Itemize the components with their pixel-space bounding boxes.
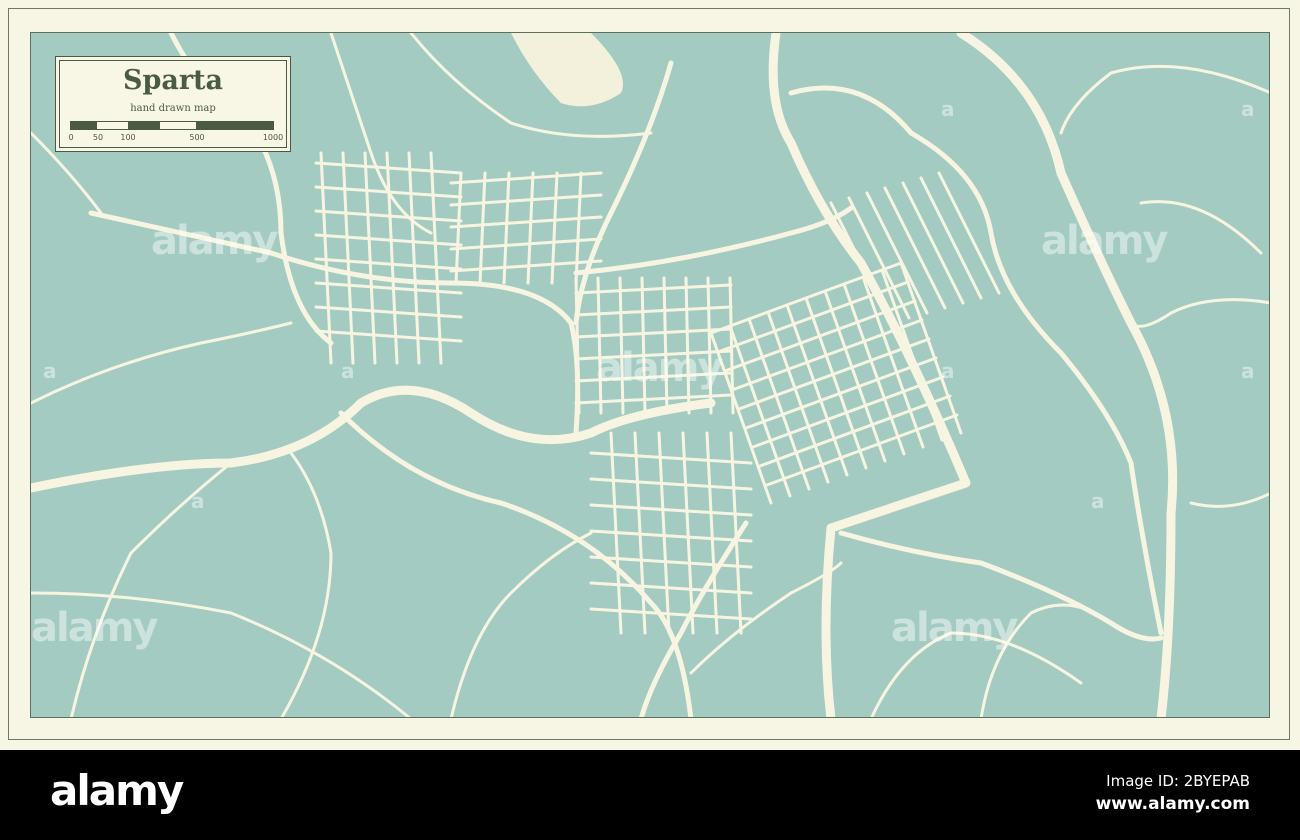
road-center-ring: [573, 205, 854, 276]
watermark-small: a: [341, 359, 355, 383]
watermark-small: a: [43, 359, 57, 383]
scale-bar: [70, 121, 274, 130]
watermark: alamy: [891, 605, 1018, 651]
street: [550, 171, 559, 285]
watermark-small: a: [941, 97, 955, 121]
scale-segment: [159, 122, 197, 129]
water-body: [511, 33, 623, 107]
street: [681, 431, 695, 635]
street: [314, 233, 463, 247]
street: [385, 151, 399, 365]
road-south-1: [280, 451, 333, 717]
watermark-small: a: [1241, 97, 1255, 121]
street: [449, 259, 603, 273]
legend-border: Sparta hand drawn map 0 50 100 500 1000: [59, 60, 287, 148]
street: [589, 451, 753, 465]
scale-segment: [97, 122, 128, 129]
watermark: alamy: [1041, 218, 1168, 264]
street: [314, 257, 463, 271]
map-legend: Sparta hand drawn map 0 50 100 500 1000: [55, 56, 291, 152]
map-frame: alamy alamy alamy alamy alamy a a a a a …: [0, 0, 1300, 750]
scale-segment: [196, 122, 273, 129]
scale-label: 1000: [262, 133, 284, 142]
road-east-loop: [788, 85, 1164, 636]
watermark-small: a: [941, 359, 955, 383]
scale-label: 500: [189, 133, 205, 142]
scale-segment: [71, 122, 98, 129]
scale-label: 50: [92, 133, 104, 142]
street: [716, 280, 910, 354]
street: [657, 431, 671, 635]
map-subtitle: hand drawn map: [130, 103, 216, 114]
street: [449, 171, 603, 185]
road-west-3: [69, 461, 233, 717]
road-south-west: [338, 410, 694, 717]
footer-bar: alamy Image ID: 2BYEPAB www.alamy.com: [0, 750, 1300, 840]
watermark-small: a: [1091, 489, 1105, 513]
road-south-2: [449, 531, 593, 717]
road-east-3: [1189, 492, 1269, 508]
street: [407, 151, 421, 365]
road-east-1: [1059, 64, 1269, 135]
scale-segment: [127, 122, 160, 129]
road-west-1: [31, 321, 293, 405]
watermark: alamy: [151, 218, 278, 264]
watermark: alamy: [31, 605, 158, 651]
scale-label: 0: [68, 133, 74, 142]
image-id: Image ID: 2BYEPAB: [1106, 772, 1250, 790]
street: [709, 261, 903, 335]
site-url[interactable]: www.alamy.com: [1096, 794, 1250, 814]
street: [705, 431, 719, 635]
road-east-2: [1129, 298, 1269, 328]
street: [478, 171, 487, 285]
street: [589, 581, 753, 595]
brand-logo: alamy: [50, 766, 184, 815]
street: [429, 151, 443, 365]
watermark-small: a: [1241, 359, 1255, 383]
watermark: alamy: [596, 345, 723, 391]
map-title: Sparta: [122, 65, 224, 96]
street: [363, 151, 377, 365]
watermark-small: a: [191, 489, 205, 513]
scale-label: 100: [120, 133, 136, 142]
street: [574, 171, 583, 285]
street: [589, 607, 753, 621]
